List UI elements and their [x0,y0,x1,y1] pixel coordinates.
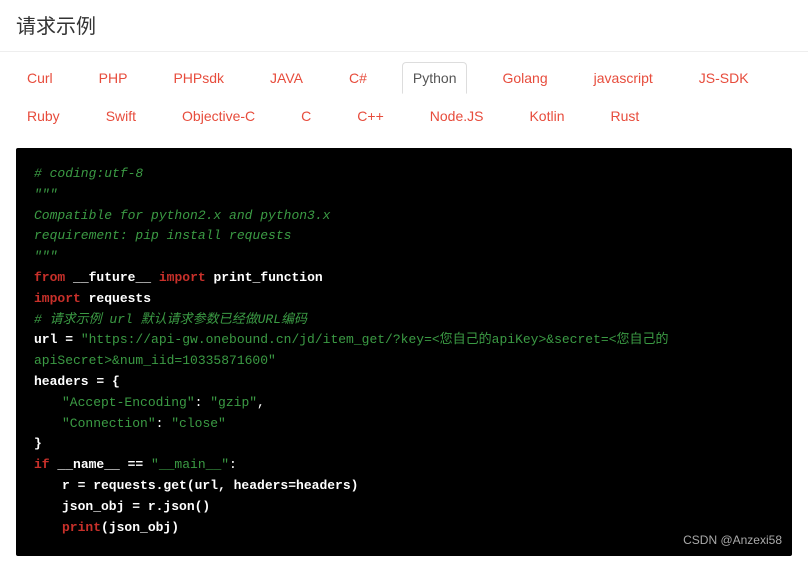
code-string: "https://api-gw.onebound.cn/jd/item_get/… [34,332,669,368]
code-string: "Connection" [62,416,156,431]
code-punct: , [257,395,265,410]
tab-golang[interactable]: Golang [491,62,558,94]
code-identifier: print_function [213,270,322,285]
tab-cpp[interactable]: C++ [346,100,394,132]
code-line: (json_obj) [101,520,179,535]
tab-java[interactable]: JAVA [259,62,314,94]
code-docstring: """ [34,187,57,202]
code-docstring: Compatible for python2.x and python3.x [34,208,330,223]
code-identifier: __future__ [73,270,151,285]
tab-nodejs[interactable]: Node.JS [419,100,495,132]
code-line: json_obj = r.json() [34,497,210,518]
code-string: "__main__" [151,457,229,472]
code-string: "Accept-Encoding" [62,395,195,410]
code-comment: # coding:utf-8 [34,166,143,181]
code-keyword: print [62,520,101,535]
code-keyword: from [34,270,65,285]
code-punct: } [34,436,42,451]
tab-kotlin[interactable]: Kotlin [518,100,575,132]
tab-c[interactable]: C [290,100,322,132]
tab-swift[interactable]: Swift [95,100,147,132]
watermark: CSDN @Anzexi58 [683,531,782,550]
code-keyword: import [34,291,81,306]
code-string: "close" [171,416,226,431]
code-docstring: """ [34,249,57,264]
language-tabs: Curl PHP PHPsdk JAVA C# Python Golang ja… [0,52,808,140]
tab-javascript[interactable]: javascript [583,62,664,94]
code-block: # coding:utf-8 """ Compatible for python… [16,148,792,556]
code-keyword: if [34,457,50,472]
code-line: r = requests.get(url, headers=headers) [34,476,358,497]
tab-php[interactable]: PHP [88,62,139,94]
code-comment: # 请求示例 url 默认请求参数已经做URL编码 [34,312,307,327]
tab-rust[interactable]: Rust [600,100,651,132]
tab-curl[interactable]: Curl [16,62,64,94]
code-keyword: import [159,270,206,285]
tab-objc[interactable]: Objective-C [171,100,266,132]
tab-python[interactable]: Python [402,62,468,94]
code-punct: : [156,416,172,431]
code-identifier: requests [89,291,151,306]
tab-ruby[interactable]: Ruby [16,100,71,132]
code-operator: == [128,457,151,472]
tab-jssdk[interactable]: JS-SDK [688,62,760,94]
code-identifier: __name__ [50,457,128,472]
code-punct: : [195,395,211,410]
code-var: url = [34,332,81,347]
code-string: "gzip" [210,395,257,410]
tab-csharp[interactable]: C# [338,62,378,94]
section-title: 请求示例 [0,0,808,52]
tab-phpsdk[interactable]: PHPsdk [162,62,235,94]
code-docstring: requirement: pip install requests [34,228,291,243]
code-var: headers = { [34,374,120,389]
code-punct: : [229,457,237,472]
